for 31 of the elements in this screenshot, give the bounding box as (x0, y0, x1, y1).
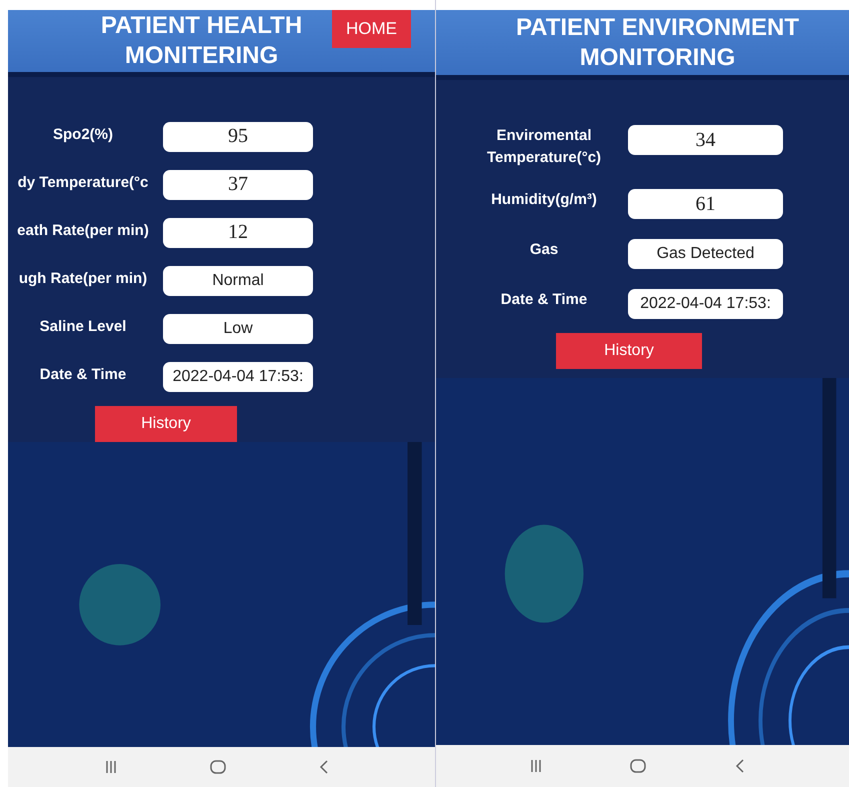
field-label: Gas (528, 240, 560, 260)
field-label: Date & Time (38, 364, 128, 383)
home-button[interactable]: HOME (332, 10, 411, 48)
history-button[interactable]: History (95, 406, 237, 442)
value-field: 95 (163, 122, 313, 152)
value-field: Low (163, 314, 313, 344)
field-label: Saline Level (38, 316, 128, 335)
field-label: Date & Time (500, 290, 588, 310)
field-label: eath Rate(per min) (16, 220, 150, 239)
history-button[interactable]: History (556, 333, 702, 369)
value-field: Normal (163, 266, 313, 296)
value-field: 2022-04-04 17:53: (163, 362, 313, 392)
value-field: Gas Detected (628, 239, 783, 269)
home-icon[interactable] (630, 759, 646, 773)
field-label: ugh Rate(per min) (18, 268, 148, 287)
value-field: 12 (163, 218, 313, 248)
back-icon[interactable] (734, 759, 745, 773)
screen-title: PATIENT HEALTH MONITERING (100, 10, 304, 71)
recent-apps-icon[interactable] (104, 760, 116, 774)
field-label: Spo2(%) (52, 124, 114, 143)
value-field: 2022-04-04 17:53: (628, 289, 783, 319)
field-label: Enviromental Temperature(°c) (486, 126, 602, 168)
field-label: Humidity(g/m³) (490, 190, 598, 210)
field-label: dy Temperature(°c (16, 172, 150, 191)
value-field: 34 (628, 125, 783, 155)
recent-apps-icon[interactable] (530, 759, 542, 773)
value-field: 61 (628, 189, 783, 219)
home-icon[interactable] (210, 760, 226, 774)
back-icon[interactable] (318, 760, 328, 774)
value-field: 37 (163, 170, 313, 200)
screen-title: PATIENT ENVIRONMENT MONITORING (514, 12, 800, 72)
